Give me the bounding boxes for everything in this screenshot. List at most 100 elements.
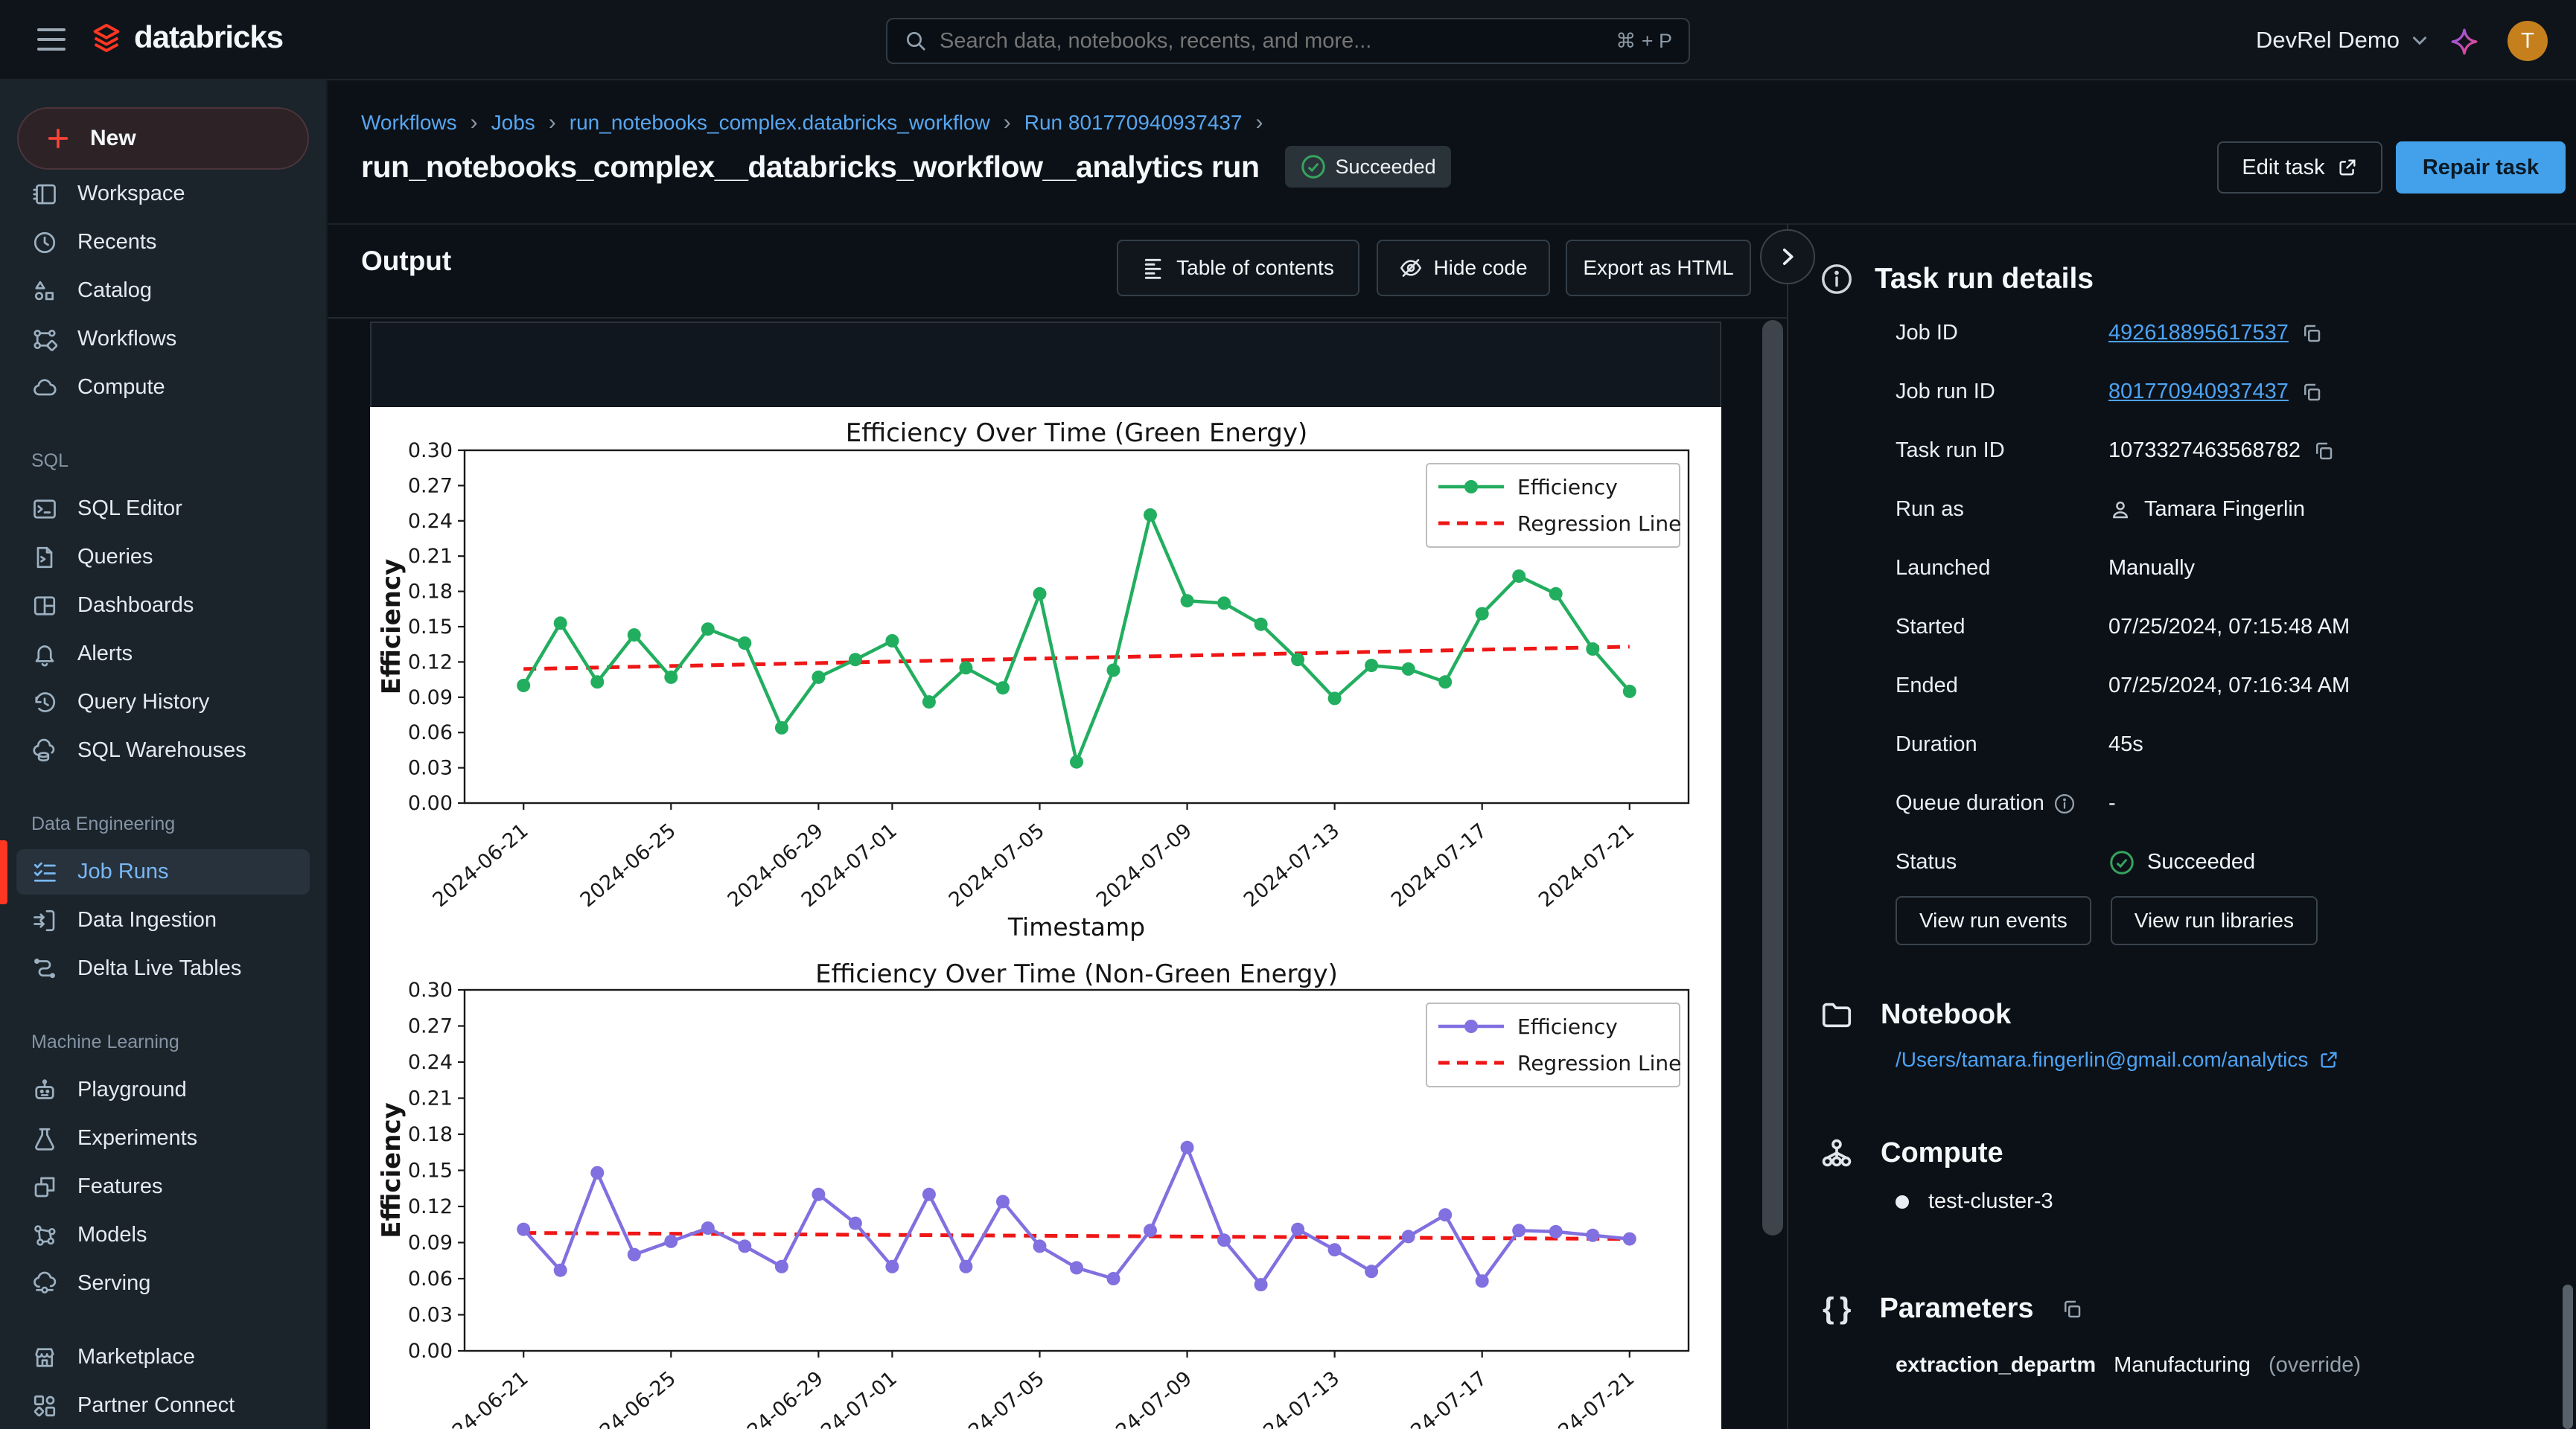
breadcrumb-link[interactable]: Workflows: [361, 111, 457, 135]
edit-task-button[interactable]: Edit task: [2217, 141, 2382, 194]
detail-row-queue-duration: Queue duration-: [1896, 774, 2551, 833]
svg-text:0.15: 0.15: [408, 616, 453, 639]
sidebar-section-header: Data Engineering: [0, 800, 326, 848]
export-as-html-button[interactable]: Export as HTML: [1566, 240, 1751, 296]
sidebar-item-queries[interactable]: Queries: [0, 533, 326, 581]
detail-value: Manually: [2108, 556, 2195, 581]
info-circle-icon[interactable]: [2053, 793, 2076, 815]
svg-text:0.30: 0.30: [408, 439, 453, 462]
breadcrumb-separator: ›: [1004, 110, 1011, 135]
breadcrumb-link[interactable]: Run 801770940937437: [1024, 111, 1243, 135]
sidebar-item-recents[interactable]: Recents: [0, 218, 326, 266]
copy-icon[interactable]: [2301, 322, 2323, 345]
button-view-run-libraries[interactable]: View run libraries: [2111, 896, 2318, 945]
detail-row-launched: LaunchedManually: [1896, 539, 2551, 598]
svg-text:0.24: 0.24: [408, 1051, 453, 1074]
sidebar-item-experiments[interactable]: Experiments: [0, 1114, 326, 1163]
detail-label: Started: [1896, 615, 2108, 639]
right-panel-scrollbar[interactable]: [2563, 1285, 2573, 1429]
cluster-icon: [1820, 1136, 1854, 1170]
parameter-key: extraction_departm: [1896, 1353, 2096, 1378]
sidebar-item-serving[interactable]: Serving: [0, 1259, 326, 1308]
breadcrumb-separator: ›: [1255, 110, 1263, 135]
sidebar-item-label: Models: [77, 1223, 147, 1247]
cluster-row[interactable]: test-cluster-3: [1896, 1189, 2053, 1214]
sidebar-item-marketplace[interactable]: Marketplace: [0, 1333, 326, 1381]
copy-icon[interactable]: [2301, 381, 2323, 403]
detail-link[interactable]: 492618895617537: [2108, 321, 2289, 345]
new-button[interactable]: New: [17, 107, 309, 170]
toolbar-divider: [328, 317, 1787, 319]
sidebar-item-query-history[interactable]: Query History: [0, 678, 326, 726]
notebook-link-row: /Users/tamara.fingerlin@gmail.com/analyt…: [1896, 1048, 2339, 1072]
sidebar-item-delta-live-tables[interactable]: Delta Live Tables: [0, 944, 326, 993]
sidebar-item-alerts[interactable]: Alerts: [0, 630, 326, 678]
detail-value: 07/25/2024, 07:16:34 AM: [2108, 674, 2350, 698]
sidebar-section-header: SQL: [0, 437, 326, 485]
copy-icon[interactable]: [2312, 440, 2335, 462]
breadcrumb-separator: ›: [471, 110, 478, 135]
svg-text:0.18: 0.18: [408, 1123, 453, 1146]
global-search[interactable]: ⌘ + P: [886, 18, 1690, 64]
hide-code-button[interactable]: Hide code: [1377, 240, 1550, 296]
notebook-path-link[interactable]: /Users/tamara.fingerlin@gmail.com/analyt…: [1896, 1048, 2308, 1072]
sidebar-item-data-ingestion[interactable]: Data Ingestion: [0, 896, 326, 944]
ingestion-icon: [31, 907, 58, 934]
table-of-contents-button[interactable]: Table of contents: [1117, 240, 1359, 296]
sidebar-nav: Workspace Recents CatalogWorkflowsCompute S…: [0, 170, 326, 1429]
hamburger-menu-icon[interactable]: [37, 28, 66, 51]
sidebar-item-partner-connect[interactable]: Partner Connect: [0, 1381, 326, 1429]
output-scrollbar[interactable]: [1762, 320, 1783, 1235]
sidebar-item-sql-warehouses[interactable]: SQL Warehouses: [0, 726, 326, 775]
detail-label: Queue duration: [1896, 791, 2108, 816]
svg-text:0.09: 0.09: [408, 1232, 453, 1255]
toc-button-label: Table of contents: [1176, 256, 1334, 280]
sidebar-item-compute[interactable]: Compute: [0, 363, 326, 412]
workspace-switcher[interactable]: DevRel Demo: [2256, 0, 2431, 80]
user-avatar[interactable]: T: [2508, 21, 2548, 61]
sidebar-item-features[interactable]: Features: [0, 1163, 326, 1211]
detail-label: Ended: [1896, 674, 2108, 698]
robot-icon: [31, 1077, 58, 1104]
sidebar-item-label: Playground: [77, 1078, 187, 1102]
sidebar-item-catalog[interactable]: Catalog: [0, 266, 326, 315]
edit-task-label: Edit task: [2242, 156, 2324, 180]
collapse-panel-button[interactable]: [1760, 229, 1815, 284]
search-input[interactable]: [940, 29, 1604, 54]
sidebar-item-workspace[interactable]: Workspace: [0, 170, 326, 218]
detail-row-ended: Ended07/25/2024, 07:16:34 AM: [1896, 656, 2551, 715]
dlt-icon: [31, 956, 58, 982]
sidebar-item-label: Recents: [77, 230, 156, 255]
repair-task-button[interactable]: Repair task: [2396, 141, 2566, 194]
sidebar-item-workflows[interactable]: Workflows: [0, 315, 326, 363]
detail-label: Run as: [1896, 497, 2108, 522]
detail-label: Task run ID: [1896, 438, 2108, 463]
parameters-section-title: Parameters: [1879, 1293, 2033, 1325]
svg-text:Efficiency Over Time (Non-Gree: Efficiency Over Time (Non-Green Energy): [815, 960, 1338, 989]
svg-text:0.27: 0.27: [408, 1015, 453, 1038]
sidebar-item-dashboards[interactable]: Dashboards: [0, 581, 326, 630]
models-icon: [31, 1222, 58, 1249]
output-panel-title: Output: [361, 246, 451, 277]
svg-text:0.00: 0.00: [408, 1340, 453, 1363]
button-view-run-events[interactable]: View run events: [1896, 896, 2091, 945]
sidebar-item-label: Experiments: [77, 1126, 197, 1151]
detail-label: Status: [1896, 850, 2108, 875]
sidebar-item-sql-editor[interactable]: SQL Editor: [0, 485, 326, 533]
sidebar-item-playground[interactable]: Playground: [0, 1066, 326, 1114]
breadcrumb-link[interactable]: Jobs: [491, 111, 535, 135]
parameter-override-note: (override): [2269, 1353, 2361, 1378]
workspace-icon: [31, 181, 58, 208]
assistant-sparkle-icon[interactable]: [2449, 27, 2479, 57]
search-icon: [904, 29, 928, 53]
svg-text:Efficiency: Efficiency: [1517, 1014, 1618, 1039]
databricks-logo[interactable]: databricks: [89, 19, 283, 55]
job-runs-icon: [31, 859, 58, 886]
breadcrumb-link[interactable]: run_notebooks_complex.databricks_workflo…: [570, 111, 990, 135]
sidebar-item-models[interactable]: Models: [0, 1211, 326, 1259]
databricks-wordmark: databricks: [134, 19, 283, 55]
sidebar-item-job-runs[interactable]: Job Runs: [0, 848, 326, 896]
detail-link[interactable]: 801770940937437: [2108, 380, 2289, 404]
detail-row-status: StatusSucceeded: [1896, 833, 2551, 892]
detail-label: Duration: [1896, 732, 2108, 757]
